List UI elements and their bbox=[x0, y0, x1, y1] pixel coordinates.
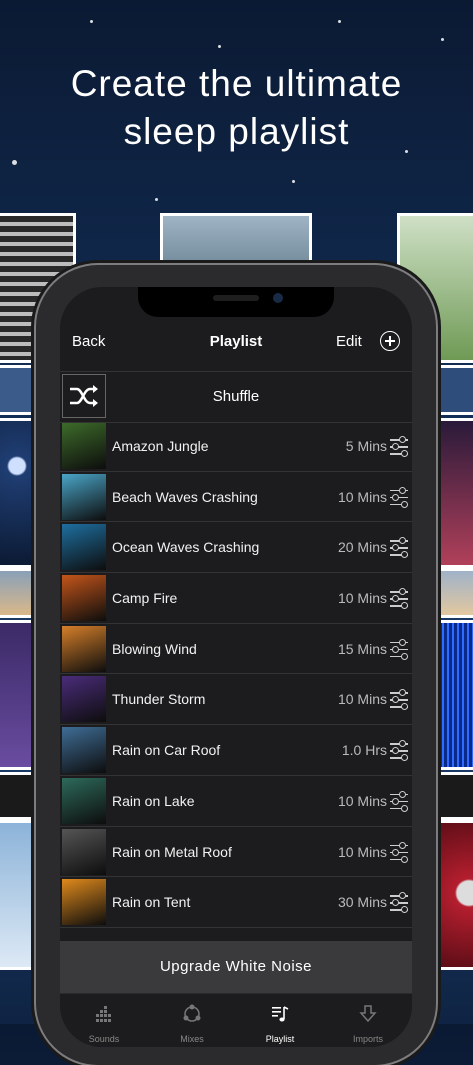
shuffle-row[interactable]: Shuffle bbox=[60, 371, 412, 423]
bg-tile-fan bbox=[436, 820, 473, 970]
list-item[interactable]: Blowing Wind 15 Mins bbox=[60, 624, 412, 675]
bg-tile-plane bbox=[0, 820, 40, 970]
bg-tile-sky bbox=[436, 568, 473, 618]
bg-tile-blue2 bbox=[436, 365, 473, 415]
list-item[interactable]: Rain on Tent 30 Mins bbox=[60, 877, 412, 928]
bg-tile-dusk bbox=[0, 568, 40, 618]
bg-tile-moon bbox=[0, 418, 40, 568]
playlist-list: Amazon Jungle 5 Mins Beach Waves Crashing 1… bbox=[60, 421, 412, 928]
adjust-icon[interactable] bbox=[390, 638, 408, 660]
bg-tile-palms bbox=[160, 213, 312, 273]
star bbox=[12, 160, 17, 165]
list-item[interactable]: Thunder Storm 10 Mins bbox=[60, 674, 412, 726]
sound-name: Rain on Metal Roof bbox=[112, 843, 232, 860]
sound-thumbnail bbox=[62, 777, 106, 824]
sound-thumbnail bbox=[62, 727, 106, 774]
music-note-icon bbox=[272, 1006, 289, 1022]
list-item[interactable]: Camp Fire 10 Mins bbox=[60, 573, 412, 624]
bg-tile-lightning bbox=[0, 620, 40, 770]
adjust-icon[interactable] bbox=[390, 588, 408, 610]
sound-name: Thunder Storm bbox=[112, 691, 206, 708]
sound-thumbnail bbox=[62, 879, 106, 926]
star bbox=[292, 180, 295, 183]
sound-name: Amazon Jungle bbox=[112, 438, 209, 454]
adjust-icon[interactable] bbox=[390, 841, 408, 863]
equalizer-icon bbox=[96, 1006, 111, 1022]
sound-name: Rain on Car Roof bbox=[112, 742, 221, 759]
list-item[interactable]: Ocean Waves Crashing 20 Mins bbox=[60, 522, 412, 574]
speaker bbox=[213, 295, 259, 301]
bg-tile-dark bbox=[0, 772, 40, 820]
sound-duration: 10 Mins bbox=[337, 843, 387, 860]
sound-duration: 5 Mins bbox=[345, 438, 387, 454]
list-item[interactable]: Beach Waves Crashing 10 Mins bbox=[60, 472, 412, 523]
sound-duration: 20 Mins bbox=[337, 539, 387, 556]
headline: Create the ultimate sleep playlist bbox=[0, 60, 473, 156]
star bbox=[441, 38, 444, 41]
adjust-icon[interactable] bbox=[390, 689, 408, 711]
sound-name: Rain on Tent bbox=[112, 894, 191, 911]
add-circle-icon[interactable] bbox=[380, 331, 400, 351]
app-screen: Back Playlist Edit Shuffle Amazon Jungle… bbox=[60, 287, 412, 1047]
tab-bar: Sounds Mixes Playlist Imports bbox=[60, 993, 412, 1047]
sound-name: Blowing Wind bbox=[112, 640, 197, 657]
tab-label: Playlist bbox=[265, 1034, 295, 1044]
star bbox=[218, 45, 221, 48]
tab-imports[interactable]: Imports bbox=[324, 994, 412, 1047]
bg-tile-dark2 bbox=[436, 772, 473, 820]
star bbox=[338, 20, 341, 23]
nav-bar: Back Playlist Edit bbox=[60, 323, 412, 363]
adjust-icon[interactable] bbox=[390, 740, 408, 762]
sound-thumbnail bbox=[62, 473, 106, 520]
camera bbox=[273, 293, 283, 303]
bg-tile-city bbox=[436, 418, 473, 568]
sound-name: Beach Waves Crashing bbox=[112, 488, 258, 505]
sound-duration: 30 Mins bbox=[337, 894, 387, 911]
mix-icon bbox=[183, 1004, 201, 1022]
list-item[interactable]: Amazon Jungle 5 Mins bbox=[60, 421, 412, 472]
sound-thumbnail bbox=[62, 676, 106, 723]
sound-thumbnail bbox=[62, 625, 106, 672]
sound-thumbnail bbox=[62, 575, 106, 622]
tab-label: Mixes bbox=[180, 1034, 204, 1044]
headline-line1: Create the ultimate bbox=[70, 63, 403, 104]
download-icon bbox=[359, 1005, 377, 1023]
tab-mixes[interactable]: Mixes bbox=[148, 994, 236, 1047]
list-item[interactable]: Rain on Metal Roof 10 Mins bbox=[60, 827, 412, 878]
notch bbox=[138, 287, 334, 317]
sound-thumbnail bbox=[62, 524, 106, 571]
adjust-icon[interactable] bbox=[390, 436, 408, 457]
sound-name: Rain on Lake bbox=[112, 792, 195, 809]
phone-frame: Back Playlist Edit Shuffle Amazon Jungle… bbox=[36, 265, 436, 1065]
sound-duration: 15 Mins bbox=[337, 640, 387, 657]
list-item[interactable]: Rain on Car Roof 1.0 Hrs bbox=[60, 725, 412, 776]
bg-tile-lights bbox=[436, 620, 473, 770]
sound-duration: 10 Mins bbox=[337, 792, 387, 809]
list-item[interactable]: Rain on Lake 10 Mins bbox=[60, 776, 412, 827]
adjust-icon[interactable] bbox=[390, 892, 408, 914]
adjust-icon[interactable] bbox=[390, 486, 408, 508]
sound-duration: 1.0 Hrs bbox=[341, 742, 387, 759]
tab-sounds[interactable]: Sounds bbox=[60, 994, 148, 1047]
edit-button[interactable]: Edit bbox=[336, 333, 362, 350]
sound-duration: 10 Mins bbox=[337, 590, 387, 607]
tab-playlist[interactable]: Playlist bbox=[236, 994, 324, 1047]
bg-tile-blue bbox=[0, 365, 40, 415]
sound-duration: 10 Mins bbox=[337, 691, 387, 708]
sound-thumbnail bbox=[62, 828, 106, 875]
tab-label: Imports bbox=[352, 1034, 383, 1044]
adjust-icon[interactable] bbox=[390, 537, 408, 559]
headline-line2: sleep playlist bbox=[123, 111, 350, 152]
tab-label: Sounds bbox=[88, 1034, 120, 1044]
sound-name: Camp Fire bbox=[112, 590, 178, 607]
upgrade-button[interactable]: Upgrade White Noise bbox=[60, 941, 412, 993]
sound-name: Ocean Waves Crashing bbox=[112, 539, 260, 556]
sound-thumbnail bbox=[62, 423, 106, 469]
sound-duration: 10 Mins bbox=[337, 488, 387, 505]
star bbox=[90, 20, 93, 23]
adjust-icon[interactable] bbox=[390, 790, 408, 812]
star bbox=[155, 198, 158, 201]
shuffle-label: Shuffle bbox=[212, 388, 260, 405]
